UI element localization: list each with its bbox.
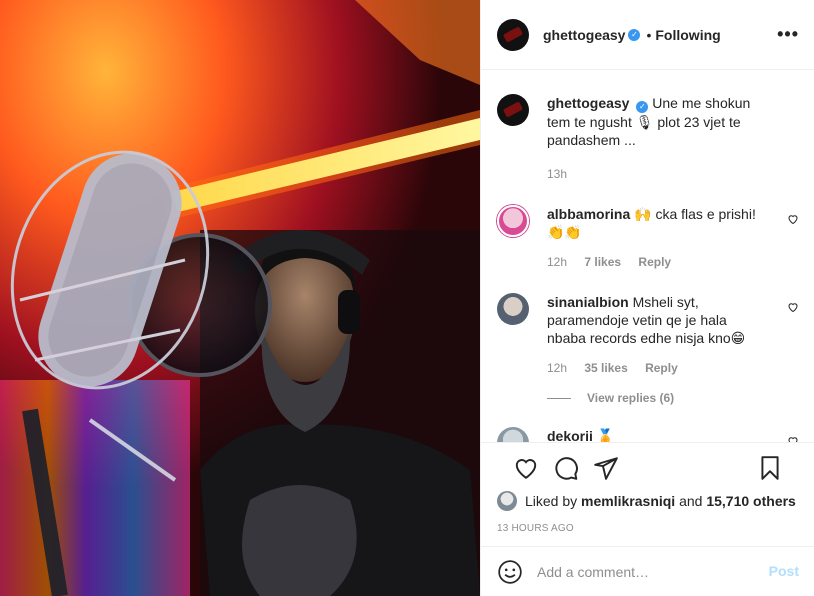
like-heart-icon[interactable]	[513, 455, 539, 481]
comment-username[interactable]: dekorii	[547, 428, 593, 442]
add-comment-input[interactable]	[537, 563, 757, 580]
like-comment-heart-icon[interactable]	[787, 213, 799, 225]
view-replies-label[interactable]: View replies (6)	[587, 391, 674, 405]
comment-row: albbamorina 🙌 cka flas e prishi! 👏👏 12h …	[497, 205, 799, 271]
following-button[interactable]: Following	[655, 27, 720, 43]
like-comment-heart-icon[interactable]	[787, 435, 799, 442]
verified-badge-icon: ✓	[636, 101, 649, 113]
post-actions: Liked by memlikrasniqi and 15,710 others…	[481, 442, 814, 546]
comments-list[interactable]: ghettogeasy ✓ Une me shokun tem te ngush…	[481, 70, 814, 442]
commenter-avatar[interactable]	[497, 205, 529, 237]
commenter-avatar[interactable]	[497, 427, 529, 442]
comment-meta: 12h 35 likes Reply	[547, 359, 769, 377]
liked-by-summary: Liked by memlikrasniqi and 15,710 others	[497, 491, 799, 511]
verified-badge-icon: ✓	[628, 28, 641, 41]
author-info: ghettogeasy ✓ • Following	[543, 27, 721, 43]
caption-username[interactable]: ghettogeasy	[547, 95, 629, 111]
comment-row: dekorii 🏅	[497, 427, 799, 442]
post-timestamp[interactable]: 13 HOURS AGO	[497, 523, 799, 534]
comment-likes[interactable]: 35 likes	[584, 361, 627, 375]
comment-row: sinanialbion Msheli syt, paramendoje vet…	[497, 293, 799, 377]
comment-time[interactable]: 12h	[547, 255, 567, 269]
comment-text: 🏅	[596, 428, 615, 442]
caption-meta: 13h	[547, 165, 769, 183]
liked-by-prefix: Liked by	[525, 493, 578, 509]
caption-avatar[interactable]	[497, 94, 529, 126]
post-comment-button[interactable]: Post	[769, 563, 799, 579]
author-avatar[interactable]	[497, 18, 529, 51]
post-details-panel: ghettogeasy ✓ • Following ••• ghettogeas…	[480, 0, 814, 596]
view-replies-button[interactable]: View replies (6)	[547, 391, 799, 405]
post-header: ghettogeasy ✓ • Following •••	[481, 0, 814, 70]
caption-row: ghettogeasy ✓ Une me shokun tem te ngush…	[497, 94, 799, 183]
action-icons-row	[497, 443, 799, 493]
like-comment-heart-icon[interactable]	[787, 301, 799, 313]
commenter-avatar[interactable]	[497, 293, 529, 325]
instagram-post: ghettogeasy ✓ • Following ••• ghettogeas…	[0, 0, 814, 596]
add-comment-bar: Post	[481, 546, 814, 596]
caption-time[interactable]: 13h	[547, 167, 567, 181]
comment-likes[interactable]: 7 likes	[584, 255, 621, 269]
liker-avatar[interactable]	[497, 491, 517, 511]
liked-by-user[interactable]: memlikrasniqi	[581, 493, 675, 509]
comment-username[interactable]: sinanialbion	[547, 294, 629, 310]
more-options-icon[interactable]: •••	[777, 24, 799, 45]
studio-photo	[0, 0, 480, 596]
liked-by-and: and	[679, 493, 703, 509]
post-photo[interactable]	[0, 0, 480, 596]
save-bookmark-icon[interactable]	[757, 455, 783, 481]
liked-by-others[interactable]: 15,710 others	[706, 493, 796, 509]
comment-meta: 12h 7 likes Reply	[547, 253, 769, 271]
author-username[interactable]: ghettogeasy	[543, 27, 625, 43]
separator-dot: •	[646, 26, 652, 43]
share-send-icon[interactable]	[593, 455, 619, 481]
reply-button[interactable]: Reply	[645, 361, 678, 375]
comment-bubble-icon[interactable]	[553, 455, 579, 481]
comment-username[interactable]: albbamorina	[547, 206, 630, 222]
reply-button[interactable]: Reply	[638, 255, 671, 269]
emoji-smiley-icon[interactable]	[497, 559, 523, 585]
replies-divider	[547, 397, 571, 399]
comment-time[interactable]: 12h	[547, 361, 567, 375]
